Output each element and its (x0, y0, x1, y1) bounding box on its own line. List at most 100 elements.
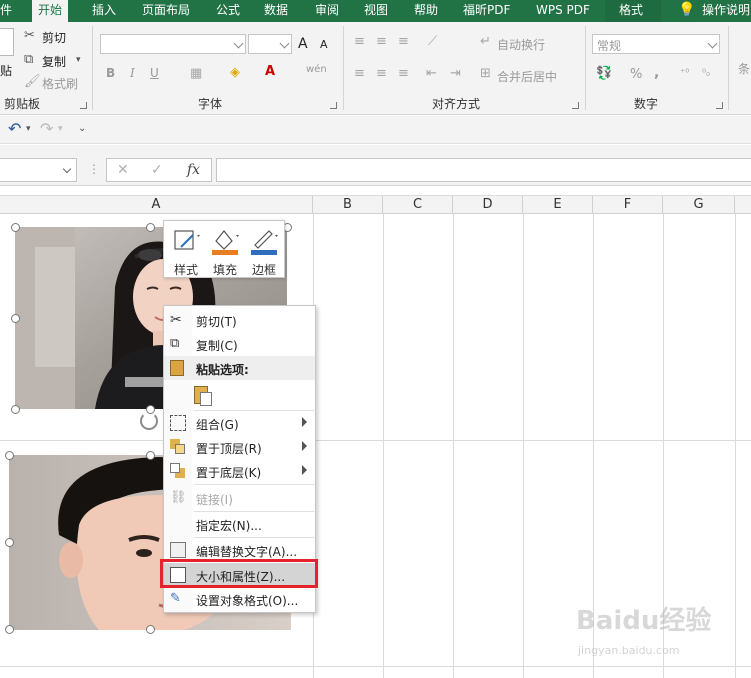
menu-item-assign-macro[interactable]: 指定宏(N)... (164, 512, 315, 536)
column-header-f[interactable]: F (593, 196, 663, 214)
cancel-icon[interactable]: ✕ (117, 162, 129, 178)
undo-dropdown-icon[interactable]: ▾ (26, 124, 31, 134)
increase-decimal-icon[interactable]: ⁺⁰ (680, 66, 689, 82)
resize-handle-n[interactable] (146, 223, 155, 232)
menu-item-send-to-back[interactable]: 置于底层(K) (164, 459, 315, 483)
tab-foxit-pdf[interactable]: 福昕PDF (463, 0, 510, 22)
currency-icon[interactable]: 💱 (596, 66, 612, 82)
align-middle-icon[interactable]: ≡ (376, 34, 387, 50)
tab-page-layout[interactable]: 页面布局 (142, 0, 190, 22)
format-painter-button[interactable]: 格式刷 (42, 75, 78, 92)
menu-item-link[interactable]: ⛓ 链接(I) (164, 486, 315, 510)
copy-button[interactable]: 复制 (42, 53, 66, 70)
underline-button[interactable]: U (150, 66, 159, 80)
fill-button[interactable]: 填充 (206, 225, 244, 277)
tab-insert[interactable]: 插入 (92, 0, 116, 22)
align-bottom-icon[interactable]: ≡ (398, 34, 409, 50)
paste-button-label[interactable]: 贴 (0, 62, 12, 79)
customize-qat-icon[interactable]: ⌄ (78, 123, 86, 134)
menu-item-label: 剪切(T) (196, 315, 237, 329)
redo-icon[interactable]: ↷ (40, 119, 53, 138)
tab-home[interactable]: 开始 (32, 0, 69, 22)
menu-item-cut[interactable]: ✂ 剪切(T) (164, 308, 315, 332)
tab-review[interactable]: 审阅 (315, 0, 339, 22)
resize-handle-nw[interactable] (11, 223, 20, 232)
formula-input[interactable] (216, 158, 751, 182)
name-box[interactable] (0, 158, 77, 182)
tab-help[interactable]: 帮助 (414, 0, 438, 22)
comma-button[interactable]: , (654, 65, 659, 81)
tab-format[interactable]: 格式 (605, 0, 661, 22)
resize-handle-n-2[interactable] (146, 451, 155, 460)
font-size-select[interactable] (248, 34, 292, 54)
tab-tell-me[interactable]: 操作说明 (702, 0, 750, 22)
phonetic-button[interactable]: wén (306, 64, 327, 75)
tab-wps-pdf[interactable]: WPS PDF (536, 0, 590, 22)
menu-item-format-object[interactable]: ✎ 设置对象格式(O)... (164, 587, 315, 611)
style-button[interactable]: 样式 (167, 225, 205, 277)
column-header-a[interactable]: A (0, 196, 313, 214)
number-format-select[interactable]: 常规 (592, 34, 720, 54)
column-header-g[interactable]: G (663, 196, 735, 214)
drag-handle-icon[interactable]: ⋮ (88, 162, 100, 176)
resize-handle-sw-2[interactable] (5, 625, 14, 634)
alignment-dialog-launcher[interactable] (572, 102, 579, 109)
menu-item-bring-to-front[interactable]: 置于顶层(R) (164, 435, 315, 459)
number-group-label: 数字 (634, 97, 659, 111)
column-header-d[interactable]: D (453, 196, 523, 214)
resize-handle-sw[interactable] (11, 405, 20, 414)
grow-font-button[interactable]: A (298, 36, 308, 52)
number-dialog-launcher[interactable] (716, 102, 723, 109)
shape-style-icon (174, 230, 200, 250)
percent-button[interactable]: % (630, 67, 642, 82)
tab-view[interactable]: 视图 (364, 0, 388, 22)
align-right-icon[interactable]: ≡ (398, 66, 409, 82)
clipboard-dialog-launcher[interactable] (80, 102, 87, 109)
font-color-icon[interactable]: A (265, 64, 275, 80)
tab-data[interactable]: 数据 (264, 0, 288, 22)
merge-center-button[interactable]: 合并后居中 (497, 68, 557, 85)
column-header-b[interactable]: B (313, 196, 383, 214)
resize-handle-s-2[interactable] (146, 625, 155, 634)
italic-button[interactable]: I (130, 66, 135, 80)
tab-file[interactable]: 件 (0, 0, 12, 22)
resize-handle-w[interactable] (11, 314, 20, 323)
orientation-icon[interactable]: ⟋ (428, 34, 437, 50)
conditional-format-button[interactable]: 条 (738, 60, 750, 77)
bold-button[interactable]: B (106, 66, 115, 80)
align-top-icon[interactable]: ≡ (354, 34, 365, 50)
column-header-c[interactable]: C (383, 196, 453, 214)
rotate-handle-icon[interactable] (140, 412, 158, 430)
menu-item-copy[interactable]: ⧉ 复制(C) (164, 332, 315, 356)
chevron-down-icon[interactable]: ▾ (76, 52, 81, 68)
insert-function-icon[interactable]: fx (187, 162, 200, 178)
cut-button[interactable]: 剪切 (42, 29, 66, 46)
tab-formulas[interactable]: 公式 (216, 0, 240, 22)
resize-handle-nw-2[interactable] (5, 451, 14, 460)
font-dialog-launcher[interactable] (330, 102, 337, 109)
decrease-indent-icon[interactable]: ⇤ (426, 66, 437, 82)
column-header-row: A B C D E F G (0, 195, 751, 214)
column-header-e[interactable]: E (523, 196, 593, 214)
align-left-icon[interactable]: ≡ (354, 66, 365, 82)
outline-button[interactable]: 边框 (245, 225, 283, 277)
paste-icon[interactable] (0, 28, 14, 56)
formula-bar: ⋮ ✕ ✓ fx (0, 145, 751, 186)
menu-item-group[interactable]: 组合(G) (164, 411, 315, 435)
borders-icon[interactable]: ▦ (190, 66, 202, 82)
paste-keep-source-icon[interactable] (194, 384, 214, 406)
submenu-arrow-icon (302, 417, 307, 427)
undo-icon[interactable]: ↶ (8, 119, 21, 138)
decrease-decimal-icon[interactable]: ⁰₀ (702, 66, 710, 82)
font-name-select[interactable] (100, 34, 246, 54)
copy-icon: ⧉ (24, 52, 34, 67)
lightbulb-icon[interactable]: 💡 (678, 0, 695, 22)
resize-handle-w-2[interactable] (5, 538, 14, 547)
redo-dropdown-icon[interactable]: ▾ (58, 124, 63, 134)
increase-indent-icon[interactable]: ⇥ (450, 66, 461, 82)
wrap-text-button[interactable]: 自动换行 (497, 36, 545, 53)
align-center-icon[interactable]: ≡ (376, 66, 387, 82)
enter-icon[interactable]: ✓ (151, 162, 163, 178)
shrink-font-button[interactable]: A (320, 38, 328, 51)
fill-color-icon[interactable]: ◈ (230, 65, 240, 81)
